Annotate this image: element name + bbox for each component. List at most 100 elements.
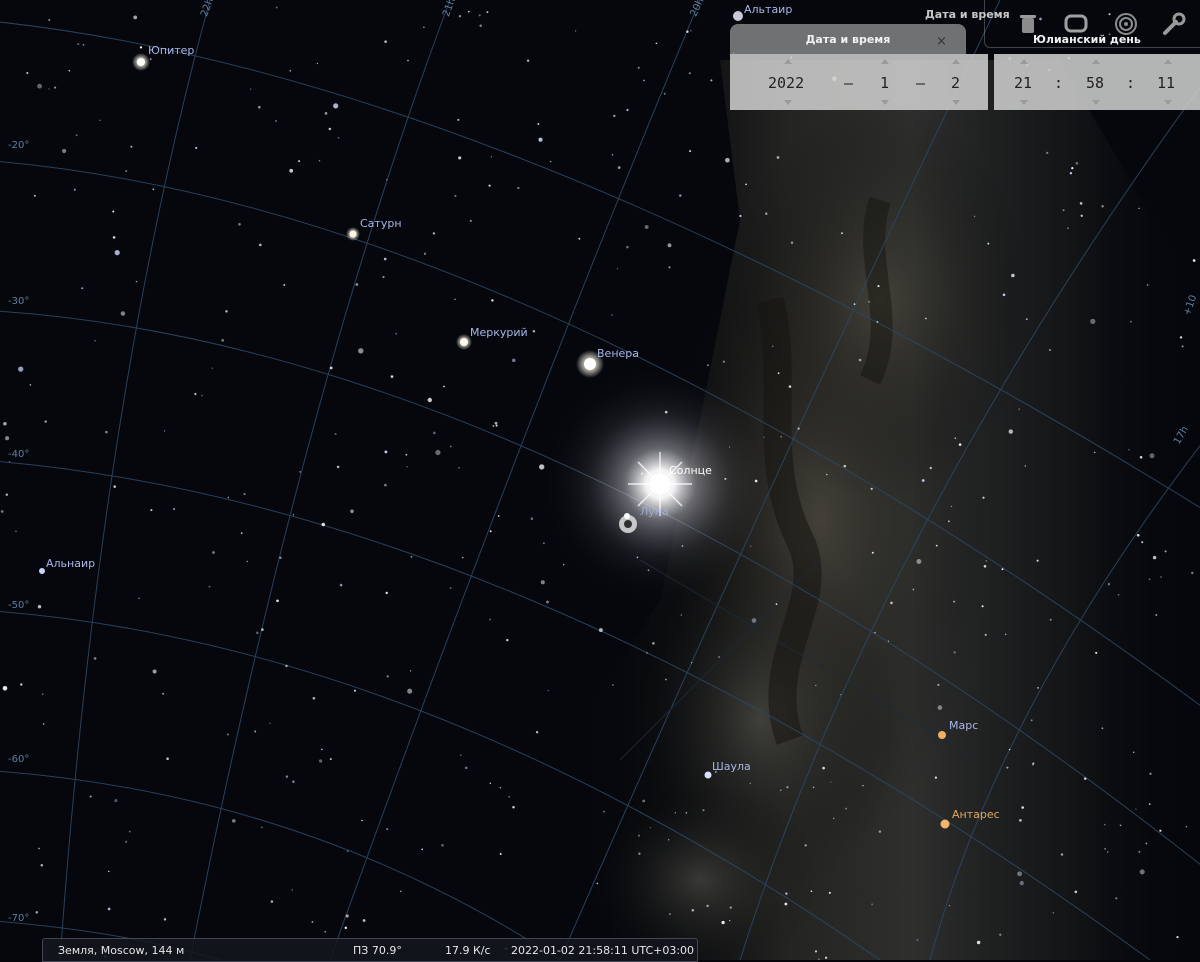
background-star (435, 449, 441, 456)
background-star (921, 479, 925, 482)
background-star (679, 194, 682, 197)
antares-label: Антарес (952, 808, 1000, 821)
background-star (243, 493, 246, 496)
background-star (386, 828, 389, 831)
background-star (454, 194, 457, 197)
month-up-icon[interactable] (881, 59, 889, 64)
background-star (240, 532, 243, 534)
background-star (292, 514, 295, 516)
background-star (1066, 227, 1069, 230)
grid-label-dec: -50° (8, 600, 30, 611)
background-star (530, 517, 534, 520)
background-star (710, 79, 713, 82)
background-star (981, 605, 984, 608)
background-star (195, 146, 198, 149)
julian-day-label[interactable]: Юлианский день (1033, 33, 1141, 46)
minute-up-icon[interactable] (1092, 59, 1100, 64)
month-field[interactable]: 1 (880, 74, 889, 92)
background-star (652, 642, 655, 645)
date-separator: – (844, 74, 854, 92)
background-star (37, 604, 42, 609)
background-star (725, 157, 730, 163)
sky-view[interactable] (0, 0, 1200, 960)
second-down-icon[interactable] (1164, 100, 1172, 105)
month-down-icon[interactable] (881, 100, 889, 105)
background-star (3, 422, 7, 426)
background-star (948, 905, 951, 907)
hour-down-icon[interactable] (1020, 100, 1028, 105)
top-toolbar: Дата и время Юлианский день (925, 0, 1200, 48)
background-star (274, 119, 278, 123)
background-star (81, 287, 84, 290)
background-star (814, 950, 818, 953)
background-star (298, 160, 301, 163)
background-star (674, 812, 676, 814)
background-star (535, 731, 539, 734)
background-star (312, 696, 316, 700)
background-star (212, 551, 215, 554)
hour-field[interactable]: 21 (1014, 74, 1032, 92)
datetime-panel-header[interactable]: Дата и время × (730, 24, 966, 54)
altair-label: Альтаир (744, 3, 793, 16)
background-star (830, 781, 832, 783)
background-star (958, 443, 962, 446)
background-star (1139, 869, 1145, 875)
background-star (5, 493, 9, 496)
day-down-icon[interactable] (952, 100, 960, 105)
close-icon[interactable]: × (936, 34, 947, 49)
sun-marker[interactable] (540, 364, 780, 604)
background-star (345, 914, 349, 918)
minute-down-icon[interactable] (1092, 100, 1100, 105)
background-star (1036, 559, 1039, 562)
background-star (1101, 205, 1104, 208)
background-star (1069, 172, 1073, 175)
background-star (1107, 583, 1111, 586)
background-star (1037, 687, 1039, 689)
background-star (616, 267, 619, 270)
background-star (208, 585, 211, 588)
day-field[interactable]: 2 (951, 74, 960, 92)
day-up-icon[interactable] (952, 59, 960, 64)
hour-up-icon[interactable] (1020, 59, 1028, 64)
background-star (38, 847, 40, 850)
background-star (1008, 748, 1011, 751)
second-field[interactable]: 11 (1157, 74, 1175, 92)
background-star (934, 776, 938, 779)
background-star (82, 43, 85, 46)
antares-marker[interactable] (940, 819, 950, 829)
background-star (686, 30, 689, 34)
background-star (105, 430, 108, 434)
wrench-icon[interactable] (1161, 11, 1187, 37)
mars-marker[interactable] (938, 731, 946, 739)
background-star (460, 754, 462, 756)
background-star (299, 471, 301, 473)
background-star (8, 460, 11, 463)
background-star (112, 236, 116, 239)
background-star (790, 241, 794, 244)
second-up-icon[interactable] (1164, 59, 1172, 64)
background-star (948, 520, 950, 523)
shaula-marker[interactable] (704, 771, 712, 779)
minute-field[interactable]: 58 (1086, 74, 1104, 92)
background-star (1071, 166, 1074, 170)
year-up-icon[interactable] (784, 59, 792, 64)
altair-marker[interactable] (733, 11, 743, 21)
year-down-icon[interactable] (784, 100, 792, 105)
year-field[interactable]: 2022 (768, 74, 804, 92)
background-star (211, 367, 214, 369)
background-star (887, 640, 890, 642)
background-star (152, 669, 157, 674)
background-star (547, 690, 549, 692)
background-star (824, 956, 828, 959)
background-star (441, 843, 444, 847)
background-star (350, 509, 354, 514)
background-star (871, 903, 874, 906)
alnair-marker[interactable] (39, 568, 45, 574)
background-star (1138, 207, 1140, 210)
background-star (114, 799, 118, 803)
background-star (405, 453, 408, 456)
grid-label-dec: -40° (8, 449, 30, 460)
background-star (497, 515, 500, 517)
background-star (423, 252, 427, 255)
background-star (690, 662, 693, 664)
